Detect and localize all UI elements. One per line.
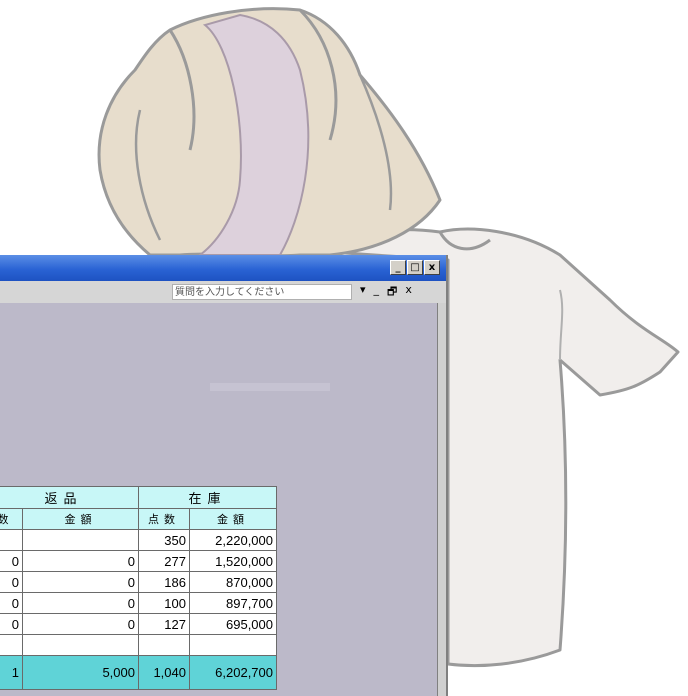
cell[interactable]: 1,520,000 [189,550,277,572]
cell[interactable]: 0 [22,571,139,593]
ret-count-header: 数 [0,508,23,530]
stock-header: 在庫 [138,486,277,509]
ask-question-input[interactable]: 質問を入力してください [172,284,352,300]
window-controls: _ □ x [390,260,440,275]
maximize-button[interactable]: □ [407,260,423,275]
cell[interactable]: 0 [0,613,23,635]
table-row: 0 0 100 897,700 [0,592,277,614]
returns-header: 返品 [0,486,139,509]
worksheet-area[interactable]: 返品 在庫 数 金額 点数 金額 350 2,220,000 0 0 277 1… [0,303,438,696]
doc-close-button[interactable]: x [405,283,412,302]
ask-dropdown-icon[interactable]: ▾ [360,283,366,302]
cell[interactable]: 0 [0,571,23,593]
stock-amount-header: 金額 [189,508,277,530]
sub-header-row: 数 金額 点数 金額 [0,508,277,530]
ret-amount-header: 金額 [22,508,139,530]
blank-row [0,634,277,656]
menu-bar: 質問を入力してください ▾ _ 🗗 x [0,281,446,304]
cell[interactable]: 0 [22,613,139,635]
cell[interactable]: 0 [0,550,23,572]
cell[interactable] [138,634,190,656]
cell[interactable]: 897,700 [189,592,277,614]
cell[interactable]: 127 [138,613,190,635]
total-stock-count[interactable]: 1,040 [138,655,190,690]
group-header-row: 返品 在庫 [0,486,277,509]
cell[interactable]: 186 [138,571,190,593]
right-edge [437,303,446,696]
faint-bar [210,383,330,391]
cell[interactable] [22,529,139,551]
doc-controls: ▾ _ 🗗 x [360,283,412,302]
table-row: 0 0 186 870,000 [0,571,277,593]
cell[interactable]: 100 [138,592,190,614]
cell[interactable] [0,634,23,656]
total-ret-amount[interactable]: 5,000 [22,655,139,690]
cell[interactable]: 0 [22,550,139,572]
cell[interactable]: 870,000 [189,571,277,593]
total-stock-amount[interactable]: 6,202,700 [189,655,277,690]
cell[interactable]: 0 [0,592,23,614]
inventory-table: 返品 在庫 数 金額 点数 金額 350 2,220,000 0 0 277 1… [0,486,277,690]
total-ret-count[interactable]: 1 [0,655,23,690]
cell[interactable] [22,634,139,656]
cell[interactable]: 2,220,000 [189,529,277,551]
cell[interactable]: 695,000 [189,613,277,635]
doc-restore-button[interactable]: 🗗 [387,283,397,302]
cell[interactable]: 350 [138,529,190,551]
cell[interactable]: 0 [22,592,139,614]
title-bar[interactable]: _ □ x [0,255,446,281]
excel-window: _ □ x 質問を入力してください ▾ _ 🗗 x 返品 在庫 数 金額 点数 … [0,255,446,696]
close-button[interactable]: x [424,260,440,275]
cell[interactable]: 277 [138,550,190,572]
cell[interactable] [0,529,23,551]
table-row: 0 0 127 695,000 [0,613,277,635]
cell[interactable] [189,634,277,656]
table-row: 350 2,220,000 [0,529,277,551]
minimize-button[interactable]: _ [390,260,406,275]
doc-minimize-button[interactable]: _ [374,283,380,302]
table-row: 0 0 277 1,520,000 [0,550,277,572]
total-row: 1 5,000 1,040 6,202,700 [0,655,277,690]
stock-count-header: 点数 [138,508,190,530]
